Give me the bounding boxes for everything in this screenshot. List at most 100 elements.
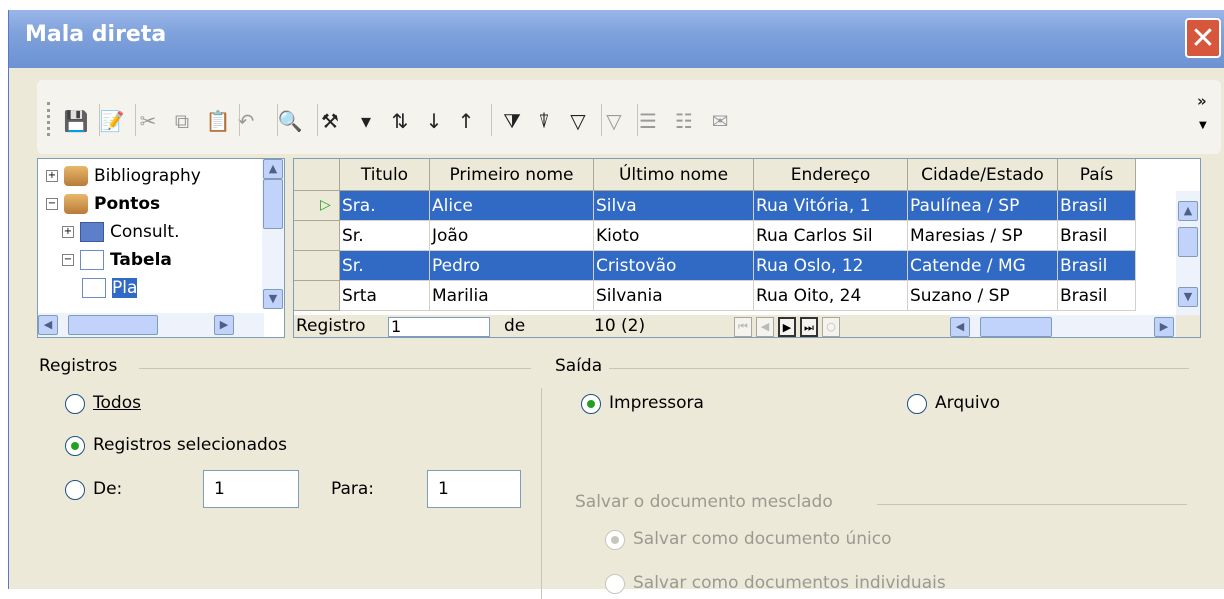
table-cell[interactable]: Rua Oslo, 12 <box>754 251 908 281</box>
toolbar-more-arrow[interactable]: ▼ <box>1199 120 1207 131</box>
selected-records-radio[interactable] <box>65 436 85 456</box>
table-cell[interactable]: Alice <box>430 191 594 221</box>
collapse-icon[interactable]: − <box>62 254 74 266</box>
range-records-radio[interactable] <box>65 480 85 500</box>
table-cell[interactable]: Paulínea / SP <box>908 191 1058 221</box>
individual-documents-radio[interactable] <box>605 574 625 594</box>
autopilot-icon[interactable]: ⚒ <box>315 106 345 136</box>
mail-merge-icon[interactable]: ☷ <box>669 106 699 136</box>
table-cell[interactable]: Kioto <box>594 221 754 251</box>
autofilter-icon[interactable]: ⧩ <box>497 106 527 136</box>
close-button[interactable]: ✕ <box>1185 18 1221 58</box>
tree-item[interactable]: + Bibliography <box>46 163 201 189</box>
remove-filter-icon[interactable]: ▽ <box>563 106 593 136</box>
file-label[interactable]: Arquivo <box>935 393 1000 413</box>
to-label[interactable]: Para: <box>331 479 374 499</box>
title-bar[interactable]: Mala direta ✕ <box>9 10 1224 68</box>
sort-icon[interactable]: ⇅ <box>385 106 415 136</box>
selected-records-label[interactable]: Registros selecionados <box>93 435 287 455</box>
table-cell[interactable]: Brasil <box>1058 191 1136 221</box>
expand-icon[interactable]: + <box>46 170 58 182</box>
tree-vertical-scrollbar[interactable]: ▲ ▼ <box>262 159 284 309</box>
datasource-tree[interactable]: ▲ ▼ ◀ ▶ + Bibliography − Pontos + Consult. − Ta… <box>37 158 285 338</box>
table-cell[interactable]: Rua Oito, 24 <box>754 281 908 311</box>
save-icon[interactable]: 💾 <box>61 106 91 136</box>
tree-item[interactable]: − Tabela <box>62 247 172 273</box>
dropdown-arrow-icon[interactable]: ▾ <box>351 106 381 136</box>
column-header[interactable]: Primeiro nome <box>430 159 594 191</box>
new-record-button[interactable]: ○ <box>822 317 840 337</box>
printer-label[interactable]: Impressora <box>609 393 704 413</box>
table-cell[interactable]: Marilia <box>430 281 594 311</box>
column-header[interactable]: Endereço <box>754 159 908 191</box>
toolbar-grip[interactable] <box>47 102 54 136</box>
to-field[interactable]: 1 <box>427 470 521 508</box>
table-cell[interactable]: Cristovão <box>594 251 754 281</box>
table-cell[interactable]: Catende / MG <box>908 251 1058 281</box>
tree-item[interactable]: Pla <box>82 275 138 301</box>
scroll-thumb[interactable] <box>263 179 283 229</box>
record-number-input[interactable]: 1 <box>388 317 490 337</box>
scroll-down-icon[interactable]: ▼ <box>1178 287 1198 307</box>
row-header[interactable]: ▷ <box>294 191 340 221</box>
scroll-up-icon[interactable]: ▲ <box>263 159 283 179</box>
data-to-text-icon[interactable]: ▽ <box>599 106 629 136</box>
next-record-button[interactable]: ▶ <box>778 317 796 337</box>
sort-descending-icon[interactable]: ↑ <box>451 106 481 136</box>
table-cell[interactable]: Rua Vitória, 1 <box>754 191 908 221</box>
scroll-right-icon[interactable]: ▶ <box>1154 317 1174 337</box>
paste-icon[interactable]: 📋 <box>203 106 233 136</box>
previous-record-button[interactable]: ◀ <box>756 317 774 337</box>
expand-icon[interactable]: + <box>62 226 74 238</box>
table-cell[interactable]: Sra. <box>340 191 430 221</box>
single-document-label[interactable]: Salvar como documento único <box>633 529 892 549</box>
printer-radio[interactable] <box>581 394 601 414</box>
scroll-thumb[interactable] <box>68 315 158 335</box>
tree-item[interactable]: − Pontos <box>46 191 160 217</box>
envelope-icon[interactable]: ✉ <box>705 106 735 136</box>
cut-icon[interactable]: ✂ <box>133 106 163 136</box>
table-cell[interactable]: Brasil <box>1058 281 1136 311</box>
grid-corner[interactable] <box>294 159 340 191</box>
toolbar-more-button[interactable]: » <box>1197 92 1207 110</box>
grid-vertical-scrollbar[interactable]: ▲ ▼ <box>1176 191 1200 315</box>
scroll-right-icon[interactable]: ▶ <box>214 315 234 335</box>
scroll-up-icon[interactable]: ▲ <box>1178 201 1198 221</box>
table-cell[interactable]: Maresias / SP <box>908 221 1058 251</box>
row-header[interactable] <box>294 251 340 281</box>
column-header[interactable]: País <box>1058 159 1136 191</box>
collapse-icon[interactable]: − <box>46 198 58 210</box>
table-cell[interactable]: Sr. <box>340 251 430 281</box>
individual-documents-label[interactable]: Salvar como documentos individuais <box>633 573 946 593</box>
standard-filter-icon[interactable]: ⍒ <box>529 106 559 136</box>
last-record-button[interactable]: ⏭ <box>800 317 818 337</box>
table-cell[interactable]: Silva <box>594 191 754 221</box>
edit-icon[interactable]: 📝 <box>97 106 127 136</box>
file-radio[interactable] <box>907 394 927 414</box>
table-cell[interactable]: Silvania <box>594 281 754 311</box>
table-cell[interactable]: Suzano / SP <box>908 281 1058 311</box>
scroll-left-icon[interactable]: ◀ <box>38 315 58 335</box>
from-field[interactable]: 1 <box>203 470 299 508</box>
scroll-down-icon[interactable]: ▼ <box>263 289 283 309</box>
table-cell[interactable]: Pedro <box>430 251 594 281</box>
table-cell[interactable]: Sr. <box>340 221 430 251</box>
table-cell[interactable]: João <box>430 221 594 251</box>
all-records-radio[interactable] <box>65 394 85 414</box>
tree-item[interactable]: + Consult. <box>62 219 179 245</box>
grid-horizontal-scrollbar[interactable]: ◀ ▶ <box>950 315 1176 337</box>
table-cell[interactable]: Brasil <box>1058 221 1136 251</box>
row-header[interactable] <box>294 281 340 311</box>
all-records-label[interactable]: Todos <box>93 393 141 413</box>
column-header[interactable]: Último nome <box>594 159 754 191</box>
from-label[interactable]: De: <box>93 479 122 499</box>
sort-ascending-icon[interactable]: ↓ <box>419 106 449 136</box>
data-grid[interactable]: Registro 1 de 10 (2) ⏮ ◀ ▶ ⏭ ○ ◀ ▶ ▲ ▼ T… <box>293 158 1201 338</box>
table-cell[interactable]: Rua Carlos Sil <box>754 221 908 251</box>
column-header[interactable]: Titulo <box>340 159 430 191</box>
scroll-left-icon[interactable]: ◀ <box>950 317 970 337</box>
table-cell[interactable]: Srta <box>340 281 430 311</box>
tree-horizontal-scrollbar[interactable]: ◀ ▶ <box>38 313 264 337</box>
find-icon[interactable]: 🔍 <box>275 106 305 136</box>
table-cell[interactable]: Brasil <box>1058 251 1136 281</box>
